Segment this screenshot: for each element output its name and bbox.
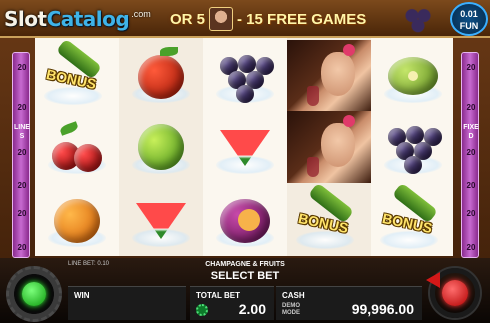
slotcatalog-logo: Slot Catalog .com xyxy=(4,4,151,34)
logo-slot-text: Slot xyxy=(4,7,47,31)
kiwi-icon xyxy=(382,47,444,105)
game-screen: Slot Catalog .com OR 5 - 15 FREE GAMES 0… xyxy=(0,0,490,323)
settings-button[interactable] xyxy=(6,266,62,322)
right-fixed-panel: 20 20 20 20 20 20 FIXED xyxy=(461,52,479,258)
select-bet-button[interactable]: SELECT BET xyxy=(180,270,310,282)
free-games-promo: OR 5 - 15 FREE GAMES xyxy=(170,6,366,32)
line-number: 20 xyxy=(17,243,27,252)
chip-icon xyxy=(196,304,208,316)
mode-text: MODE xyxy=(282,310,300,316)
reel-cell: BONUS xyxy=(371,182,455,256)
line-number: 20 xyxy=(466,148,476,157)
promo-free-games: - 15 FREE GAMES xyxy=(237,10,367,28)
reel-cell xyxy=(35,111,119,183)
red-light-icon xyxy=(442,280,468,306)
denomination-badge[interactable]: 0.01 FUN xyxy=(450,2,488,36)
reel-1: BONUS xyxy=(35,38,119,256)
champagne-bonus-icon: BONUS xyxy=(378,182,448,251)
cash-value: 99,996.00 xyxy=(351,301,414,317)
grapes-icon xyxy=(214,47,276,105)
grapes-icon xyxy=(382,118,444,176)
reels-area: BONUS BONUS BONUS xyxy=(35,38,453,256)
green-light-icon xyxy=(22,282,46,306)
fixed-label: FIXED xyxy=(463,124,479,140)
reel-cell: BONUS xyxy=(35,38,119,112)
total-bet-label: TOTAL BET xyxy=(196,291,240,300)
reel-5: BONUS xyxy=(371,38,455,256)
portrait-icon xyxy=(209,7,234,31)
reel-cell xyxy=(203,184,287,256)
woman-icon xyxy=(287,40,371,112)
champagne-bonus-icon: BONUS xyxy=(42,38,112,107)
reel-2 xyxy=(119,38,203,256)
reel-cell xyxy=(287,40,371,112)
line-number: 20 xyxy=(466,103,476,112)
reel-cell: BONUS xyxy=(287,182,371,256)
reel-cell xyxy=(371,40,455,112)
reel-4: BONUS xyxy=(287,38,371,256)
demo-mode-label: DEMO MODE xyxy=(282,303,300,317)
reel-cell xyxy=(203,40,287,112)
spin-button[interactable] xyxy=(426,266,484,322)
reel-cell xyxy=(119,40,203,112)
woman-icon xyxy=(287,111,371,183)
line-bet-text: LINE BET: 0.10 xyxy=(68,261,110,267)
win-label: WIN xyxy=(74,291,90,300)
reel-cell xyxy=(203,111,287,183)
grapes-decoration-icon xyxy=(400,2,440,36)
line-number: 20 xyxy=(17,209,27,218)
logo-com-text: .com xyxy=(131,9,151,19)
line-number: 20 xyxy=(466,63,476,72)
reel-3 xyxy=(203,38,287,256)
plum-icon xyxy=(214,191,276,249)
lines-label: LINES xyxy=(14,124,30,140)
promo-or-5: OR 5 xyxy=(170,10,206,28)
total-bet-value: 2.00 xyxy=(238,301,266,317)
win-display: WIN xyxy=(68,286,186,320)
reel-cell xyxy=(287,111,371,183)
reel-cell xyxy=(119,111,203,183)
line-number: 20 xyxy=(17,103,27,112)
denomination-value: 0.01 xyxy=(460,9,478,19)
apple-icon xyxy=(130,47,192,105)
line-number: 20 xyxy=(466,209,476,218)
lime-icon xyxy=(130,118,192,176)
orange-icon xyxy=(46,191,108,249)
cherries-icon xyxy=(46,118,108,176)
line-number: 20 xyxy=(466,243,476,252)
cash-label: CASH xyxy=(282,291,305,300)
watermelon-icon xyxy=(130,191,192,249)
line-number: 20 xyxy=(466,181,476,190)
line-number: 20 xyxy=(17,148,27,157)
game-title: CHAMPAGNE & FRUITS xyxy=(205,261,285,268)
left-lines-panel: 20 20 20 20 20 20 LINES xyxy=(12,52,30,258)
mode-label: FUN xyxy=(459,21,479,31)
reel-cell xyxy=(119,184,203,256)
line-number: 20 xyxy=(17,181,27,190)
reel-cell xyxy=(35,184,119,256)
reel-cell xyxy=(371,111,455,183)
total-bet-display[interactable]: TOTAL BET 2.00 xyxy=(190,286,274,320)
line-number: 20 xyxy=(17,63,27,72)
top-banner: Slot Catalog .com OR 5 - 15 FREE GAMES 0… xyxy=(0,0,490,38)
watermelon-icon xyxy=(214,118,276,176)
cash-display: CASH DEMO MODE 99,996.00 xyxy=(276,286,422,320)
champagne-bonus-icon: BONUS xyxy=(294,182,364,251)
demo-text: DEMO xyxy=(282,303,300,309)
logo-catalog-text: Catalog xyxy=(46,7,130,31)
